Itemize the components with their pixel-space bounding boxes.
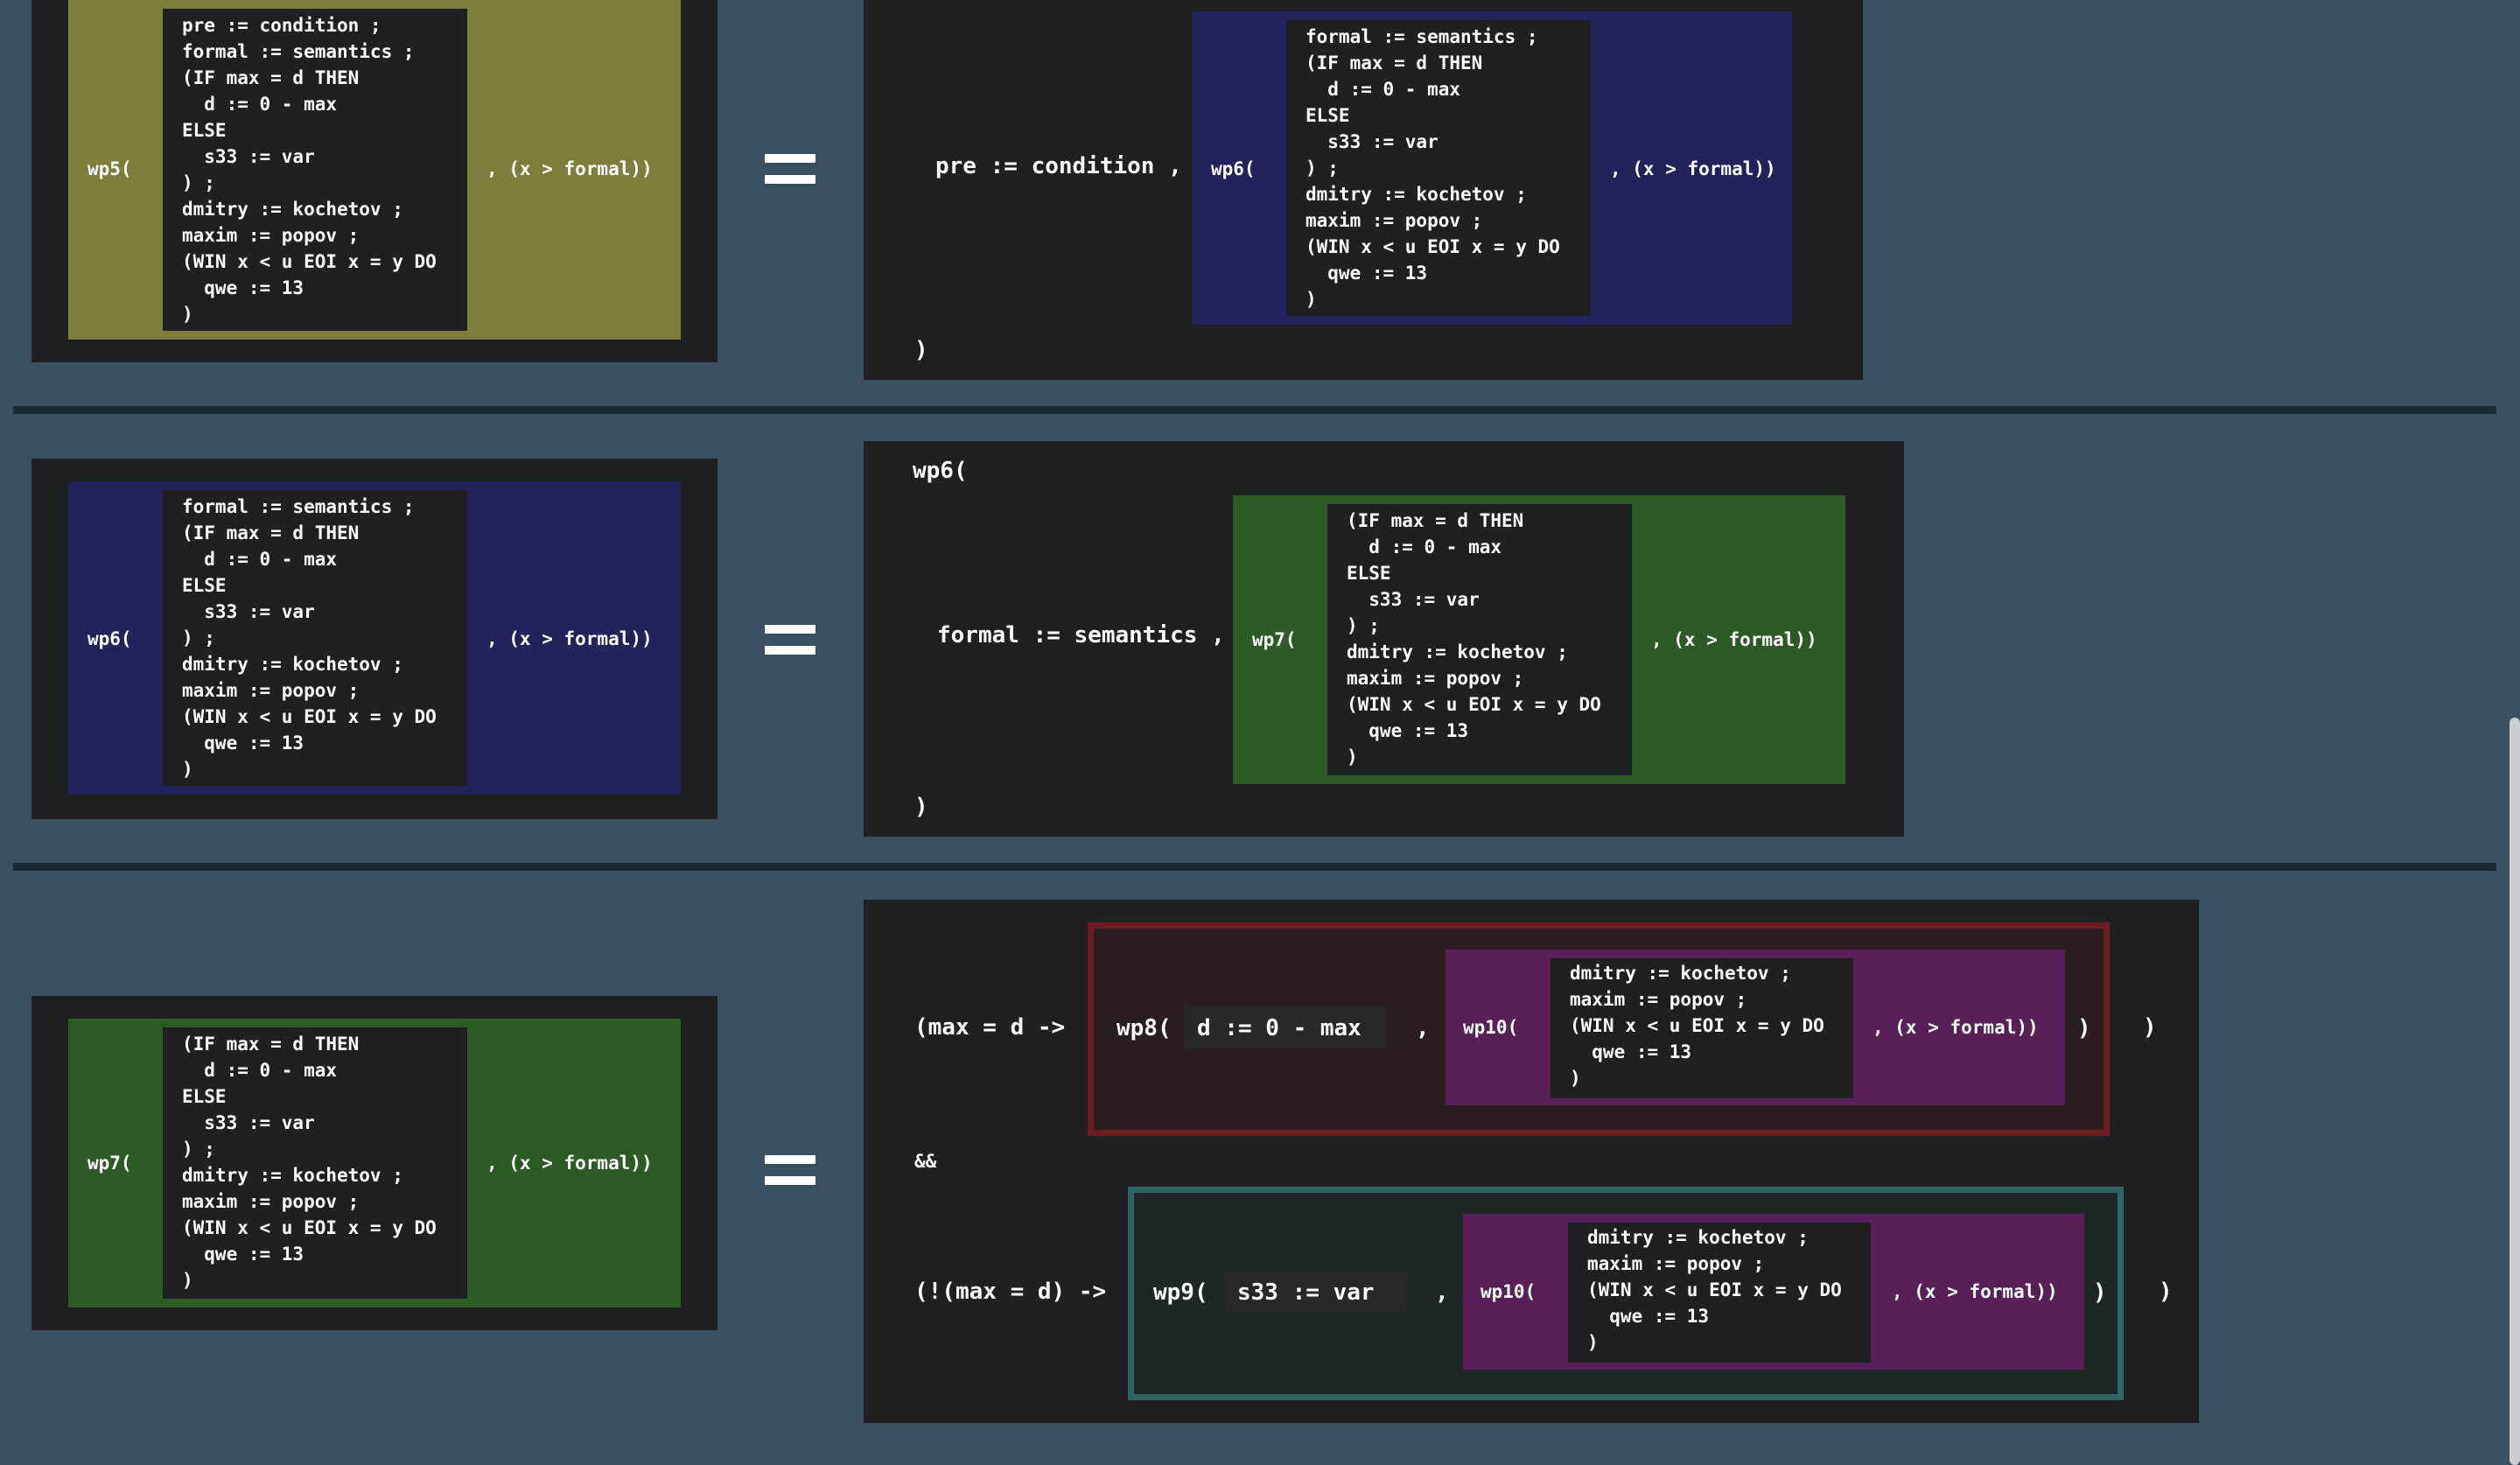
wp6-label: wp6( bbox=[1211, 158, 1256, 179]
wp9-label: wp9( bbox=[1153, 1279, 1208, 1306]
comma: , bbox=[1416, 1015, 1430, 1041]
row-separator bbox=[13, 863, 2496, 871]
close-paren: ) bbox=[2093, 1279, 2107, 1306]
wp6-nested-block: wp6( formal := semantics ; (IF max = d T… bbox=[1192, 11, 1792, 325]
wp10-label: wp10( bbox=[1463, 1017, 1519, 1038]
wp8-label: wp8( bbox=[1116, 1015, 1172, 1041]
equals-icon bbox=[765, 1155, 816, 1197]
row3-right-panel: (max = d -> wp8( d := 0 - max , wp10( dm… bbox=[864, 900, 2199, 1423]
wp7-label: wp7( bbox=[88, 1153, 132, 1174]
close-paren: ) bbox=[2143, 1014, 2157, 1041]
s33-assign-chip: s33 := var bbox=[1225, 1272, 1407, 1314]
close-paren: ) bbox=[914, 794, 928, 820]
wp5-postcondition: , (x > formal)) bbox=[486, 158, 653, 179]
cond-true-text: (max = d -> bbox=[914, 1014, 1066, 1041]
wp7-code: (IF max = d THEN d := 0 - max ELSE s33 :… bbox=[1327, 504, 1632, 775]
pre-assign-text: pre := condition , bbox=[935, 153, 1182, 179]
row1-right-panel: pre := condition , wp6( formal := semant… bbox=[864, 0, 1863, 380]
wp6-label: wp6( bbox=[88, 628, 132, 649]
wp6-block: wp6( formal := semantics ; (IF max = d T… bbox=[68, 481, 681, 795]
close-paren: ) bbox=[2077, 1015, 2091, 1041]
wp6-code: formal := semantics ; (IF max = d THEN d… bbox=[163, 490, 467, 786]
row3-left-panel: wp7( (IF max = d THEN d := 0 - max ELSE … bbox=[32, 996, 718, 1330]
wp5-code: pre := condition ; formal := semantics ;… bbox=[163, 9, 467, 331]
wp9-branch-box: wp9( s33 := var , wp10( dmitry := kochet… bbox=[1128, 1187, 2124, 1400]
scrollbar-thumb[interactable] bbox=[2510, 718, 2520, 1465]
wp10-label: wp10( bbox=[1480, 1281, 1536, 1302]
wp10-code: dmitry := kochetov ; maxim := popov ; (W… bbox=[1568, 1223, 1871, 1363]
row2-right-panel: wp6( formal := semantics , wp7( (IF max … bbox=[864, 441, 1904, 837]
wp10-postcondition: , (x > formal)) bbox=[1872, 1017, 2039, 1038]
cond-false-text: (!(max = d) -> bbox=[914, 1279, 1107, 1305]
wp6-postcondition: , (x > formal)) bbox=[486, 628, 653, 649]
equals-icon bbox=[765, 154, 816, 196]
wp6-postcondition: , (x > formal)) bbox=[1610, 158, 1776, 179]
wp6-code: formal := semantics ; (IF max = d THEN d… bbox=[1286, 20, 1591, 316]
wp6-open-label: wp6( bbox=[913, 458, 968, 484]
close-paren: ) bbox=[2159, 1279, 2173, 1305]
close-paren: ) bbox=[914, 337, 928, 363]
equals-icon bbox=[765, 625, 816, 667]
d-assign-chip: d := 0 - max bbox=[1185, 1007, 1386, 1049]
wp10-block: wp10( dmitry := kochetov ; maxim := popo… bbox=[1463, 1214, 2084, 1370]
wp7-nested-block: wp7( (IF max = d THEN d := 0 - max ELSE … bbox=[1233, 495, 1845, 784]
wp7-label: wp7( bbox=[1252, 629, 1297, 650]
wp7-code: (IF max = d THEN d := 0 - max ELSE s33 :… bbox=[163, 1027, 467, 1299]
wp7-postcondition: , (x > formal)) bbox=[1651, 629, 1817, 650]
wp10-postcondition: , (x > formal)) bbox=[1892, 1281, 2058, 1302]
row2-left-panel: wp6( formal := semantics ; (IF max = d T… bbox=[32, 459, 718, 819]
row-separator bbox=[13, 406, 2496, 414]
wp5-block: wp5( pre := condition ; formal := semant… bbox=[68, 0, 681, 340]
wp7-postcondition: , (x > formal)) bbox=[486, 1153, 653, 1174]
comma: , bbox=[1435, 1279, 1449, 1306]
formal-assign-text: formal := semantics , bbox=[937, 622, 1225, 648]
wp5-label: wp5( bbox=[88, 158, 132, 179]
wp10-block: wp10( dmitry := kochetov ; maxim := popo… bbox=[1446, 950, 2065, 1105]
wp10-code: dmitry := kochetov ; maxim := popov ; (W… bbox=[1550, 958, 1853, 1098]
and-operator: && bbox=[914, 1151, 937, 1172]
wp7-block: wp7( (IF max = d THEN d := 0 - max ELSE … bbox=[68, 1019, 681, 1307]
wp8-branch-box: wp8( d := 0 - max , wp10( dmitry := koch… bbox=[1088, 922, 2110, 1136]
